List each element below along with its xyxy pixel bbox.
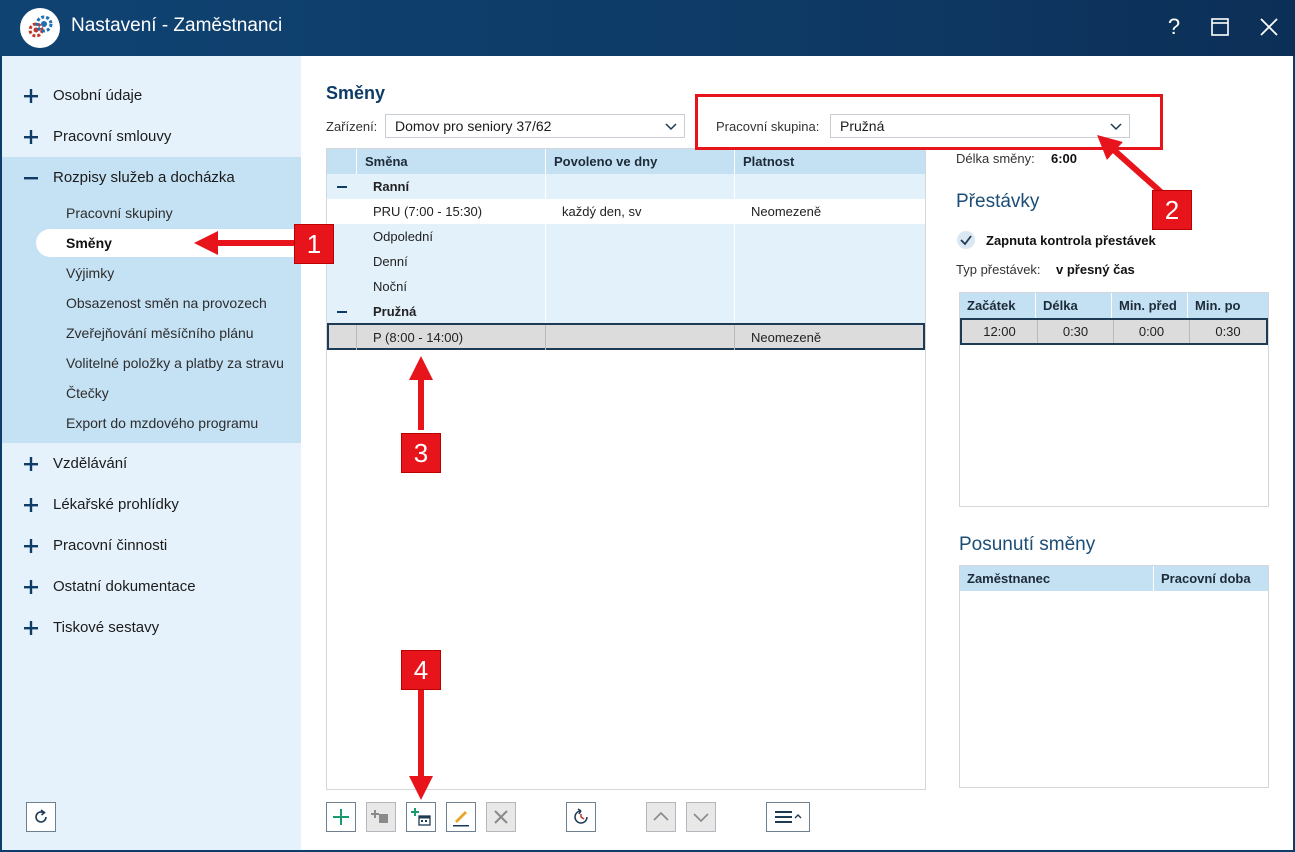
annotation-badge-2: 2 (1152, 190, 1192, 230)
annotation-arrow-2 (1097, 135, 1164, 196)
annotation-badge-4: 4 (401, 650, 441, 690)
annotation-badge-3: 3 (401, 433, 441, 473)
annotation-badge-1: 1 (294, 224, 334, 264)
annotation-arrows (194, 135, 1164, 800)
